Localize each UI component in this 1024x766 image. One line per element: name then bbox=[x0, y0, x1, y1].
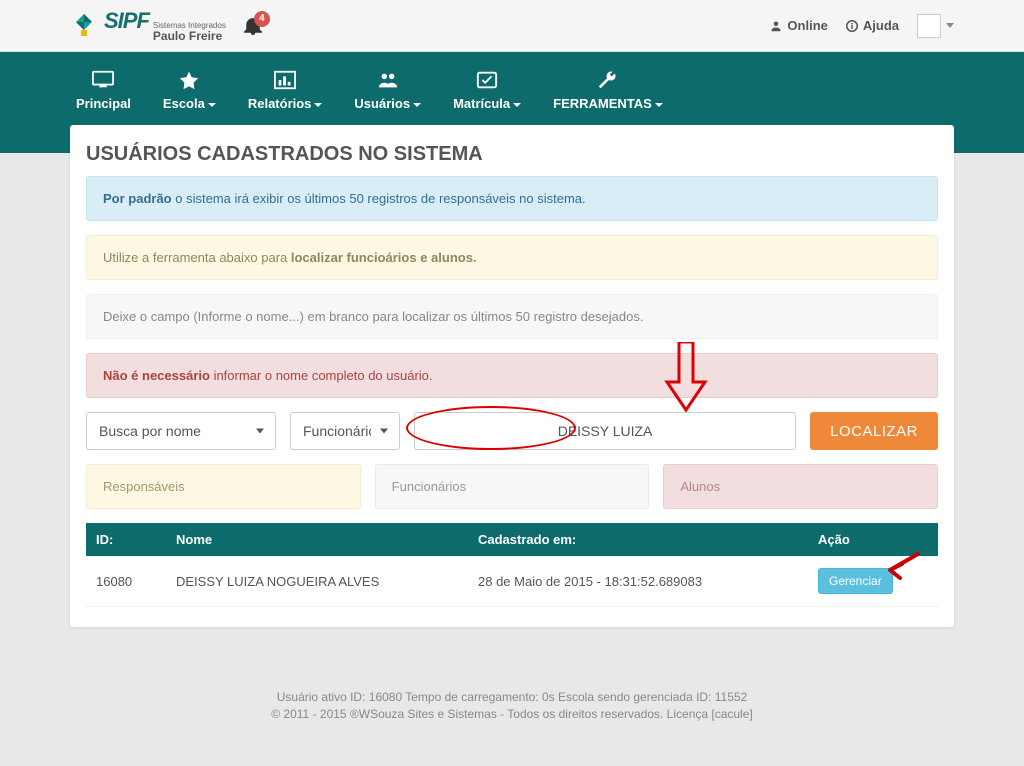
nav-ferramentas[interactable]: FERRAMENTAS bbox=[537, 52, 679, 125]
alert-bold: Por padrão bbox=[103, 191, 172, 206]
help-label: Ajuda bbox=[863, 18, 899, 33]
user-menu[interactable] bbox=[917, 14, 954, 38]
alert-text: Utilize a ferramenta abaixo para bbox=[103, 250, 291, 265]
nav-label: Matrícula bbox=[453, 96, 510, 111]
logo-mark-icon bbox=[70, 12, 98, 40]
warning-alert: Não é necessário informar o nome complet… bbox=[86, 353, 938, 398]
cell-nome: DEISSY LUIZA NOGUEIRA ALVES bbox=[166, 556, 468, 607]
logo-sub: Paulo Freire bbox=[153, 30, 226, 42]
nav-escola[interactable]: Escola bbox=[147, 52, 232, 125]
nav-matricula[interactable]: Matrícula bbox=[437, 52, 537, 125]
chevron-down-icon bbox=[413, 103, 421, 107]
results-table: ID: Nome Cadastrado em: Ação 16080 DEISS… bbox=[86, 523, 938, 607]
cell-id: 16080 bbox=[86, 556, 166, 607]
alert-text: informar o nome completo do usuário. bbox=[210, 368, 433, 383]
wrench-icon bbox=[597, 70, 619, 90]
monitor-icon bbox=[92, 70, 114, 90]
info-alert: Por padrão o sistema irá exibir os últim… bbox=[86, 176, 938, 221]
col-cad: Cadastrado em: bbox=[468, 523, 808, 556]
star-icon bbox=[178, 70, 200, 90]
note-alert: Deixe o campo (Informe o nome...) em bra… bbox=[86, 294, 938, 339]
notif-count-badge: 4 bbox=[254, 11, 270, 27]
chevron-down-icon bbox=[655, 103, 663, 107]
chevron-down-icon bbox=[513, 103, 521, 107]
nav-label: FERRAMENTAS bbox=[553, 96, 652, 111]
search-button[interactable]: LOCALIZAR bbox=[810, 412, 938, 450]
alert-text: o sistema irá exibir os últimos 50 regis… bbox=[172, 191, 586, 206]
chevron-down-icon bbox=[208, 103, 216, 107]
footer-line1: Usuário ativo ID: 16080 Tempo de carrega… bbox=[0, 690, 1024, 704]
chart-icon bbox=[274, 70, 296, 90]
nav-label: Escola bbox=[163, 96, 205, 111]
category-responsaveis[interactable]: Responsáveis bbox=[86, 464, 361, 509]
logo-sipf: SIPF bbox=[104, 10, 149, 32]
footer: Usuário ativo ID: 16080 Tempo de carrega… bbox=[0, 667, 1024, 744]
main-panel: USUÁRIOS CADASTRADOS NO SISTEMA Por padr… bbox=[70, 125, 954, 627]
nav-usuarios[interactable]: Usuários bbox=[338, 52, 437, 125]
search-type-select[interactable]: Funcionários bbox=[290, 412, 400, 450]
main-nav: Principal Escola Relatórios Usuários Mat… bbox=[0, 52, 1024, 125]
hint-alert: Utilize a ferramenta abaixo para localiz… bbox=[86, 235, 938, 280]
page-title: USUÁRIOS CADASTRADOS NO SISTEMA bbox=[70, 125, 954, 176]
online-status[interactable]: Online bbox=[770, 18, 827, 33]
category-funcionarios[interactable]: Funcionários bbox=[375, 464, 650, 509]
user-icon bbox=[770, 20, 782, 32]
category-alunos[interactable]: Alunos bbox=[663, 464, 938, 509]
alert-bold: Não é necessário bbox=[103, 368, 210, 383]
nav-label: Principal bbox=[76, 96, 131, 111]
alert-bold: localizar funcioários e alunos. bbox=[291, 250, 477, 265]
info-icon bbox=[846, 20, 858, 32]
chevron-down-icon bbox=[946, 23, 954, 28]
nav-relatorios[interactable]: Relatórios bbox=[232, 52, 339, 125]
category-boxes: Responsáveis Funcionários Alunos bbox=[86, 464, 938, 509]
online-label: Online bbox=[787, 18, 827, 33]
avatar bbox=[917, 14, 941, 38]
nav-principal[interactable]: Principal bbox=[60, 52, 147, 125]
search-input[interactable] bbox=[414, 412, 796, 450]
col-nome: Nome bbox=[166, 523, 468, 556]
nav-label: Relatórios bbox=[248, 96, 312, 111]
help-link[interactable]: Ajuda bbox=[846, 18, 899, 33]
users-icon bbox=[377, 70, 399, 90]
table-row: 16080 DEISSY LUIZA NOGUEIRA ALVES 28 de … bbox=[86, 556, 938, 607]
alert-text: Deixe o campo (Informe o nome...) em bra… bbox=[103, 309, 643, 324]
notifications-button[interactable]: 4 bbox=[244, 17, 262, 35]
cell-cad: 28 de Maio de 2015 - 18:31:52.689083 bbox=[468, 556, 808, 607]
search-mode-select[interactable]: Busca por nome bbox=[86, 412, 276, 450]
check-icon bbox=[476, 70, 498, 90]
annotation-arrow-icon bbox=[880, 552, 920, 582]
col-id: ID: bbox=[86, 523, 166, 556]
footer-line2: © 2011 - 2015 ®WSouza Sites e Sistemas -… bbox=[0, 707, 1024, 721]
logo[interactable]: SIPF Sistemas Integrados Paulo Freire bbox=[70, 10, 226, 42]
topbar: SIPF Sistemas Integrados Paulo Freire 4 … bbox=[0, 0, 1024, 52]
annotation-arrow-down-icon bbox=[661, 342, 711, 412]
chevron-down-icon bbox=[314, 103, 322, 107]
nav-label: Usuários bbox=[354, 96, 410, 111]
search-controls: Busca por nome Funcionários LOCALIZAR bbox=[86, 412, 938, 450]
